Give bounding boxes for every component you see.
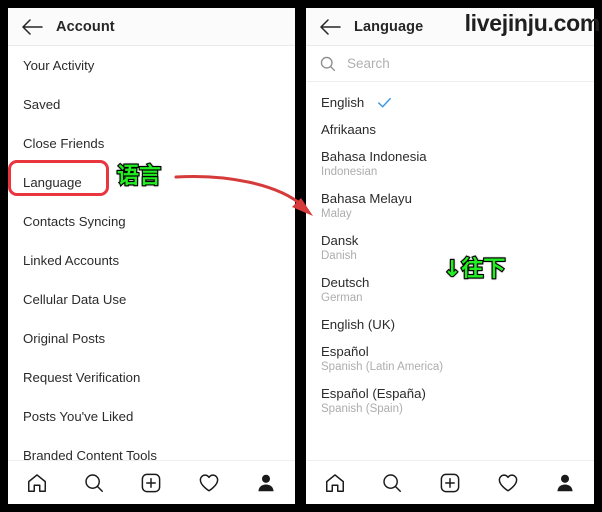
sidebar-item-cellular-data-use[interactable]: Cellular Data Use	[8, 280, 295, 319]
home-icon[interactable]	[20, 468, 54, 498]
search-icon	[319, 55, 337, 73]
sidebar-item-contacts-syncing[interactable]: Contacts Syncing	[8, 202, 295, 241]
sidebar-item-saved[interactable]: Saved	[8, 85, 295, 124]
sidebar-item-linked-accounts[interactable]: Linked Accounts	[8, 241, 295, 280]
search-placeholder: Search	[347, 56, 390, 71]
language-item-english[interactable]: English	[306, 87, 594, 114]
language-name: Español	[321, 344, 369, 359]
check-icon	[376, 94, 393, 111]
search-icon[interactable]	[375, 468, 409, 498]
language-item-espanol-espana[interactable]: Español (España) Spanish (Spain)	[306, 378, 594, 420]
language-item-afrikaans[interactable]: Afrikaans	[306, 114, 594, 141]
bottom-navigation-bar-right	[306, 460, 594, 504]
list-item-label: Language	[23, 175, 82, 190]
sidebar-item-original-posts[interactable]: Original Posts	[8, 319, 295, 358]
language-subtitle: Indonesian	[321, 166, 378, 178]
language-settings-panel: Language Search English Afrikaans Bahasa…	[306, 8, 594, 504]
language-item-espanol[interactable]: Español Spanish (Latin America)	[306, 336, 594, 378]
language-subtitle: Malay	[321, 208, 352, 220]
list-item-label: Request Verification	[23, 370, 141, 385]
language-subtitle: Spanish (Spain)	[321, 403, 403, 415]
language-name: Dansk	[321, 233, 359, 248]
language-subtitle: German	[321, 292, 363, 304]
language-name: Afrikaans	[321, 122, 376, 137]
list-item-label: Posts You've Liked	[23, 409, 134, 424]
page-title: Account	[56, 18, 115, 35]
list-item-label: Saved	[23, 97, 61, 112]
list-item-label: Linked Accounts	[23, 253, 120, 268]
page-title: Language	[354, 18, 424, 35]
profile-icon[interactable]	[548, 468, 582, 498]
profile-icon[interactable]	[249, 468, 283, 498]
language-subtitle: Spanish (Latin America)	[321, 361, 444, 373]
list-item-label: Your Activity	[23, 58, 95, 73]
list-item-label: Close Friends	[23, 136, 105, 151]
bottom-navigation-bar-left	[8, 460, 295, 504]
back-arrow-icon[interactable]	[17, 12, 47, 42]
language-list: English Afrikaans Bahasa Indonesia Indon…	[306, 82, 594, 420]
language-name: Deutsch	[321, 275, 370, 290]
screenshot-root: Account Your Activity Saved Close Friend…	[0, 0, 602, 512]
add-post-icon[interactable]	[134, 468, 168, 498]
sidebar-item-request-verification[interactable]: Request Verification	[8, 358, 295, 397]
language-item-bahasa-indonesia[interactable]: Bahasa Indonesia Indonesian	[306, 141, 594, 183]
language-name: English	[321, 95, 365, 110]
list-item-label: Cellular Data Use	[23, 292, 127, 307]
home-icon[interactable]	[318, 468, 352, 498]
language-item-english-uk[interactable]: English (UK)	[306, 309, 594, 336]
account-settings-list: Your Activity Saved Close Friends Langua…	[8, 46, 295, 475]
language-name: Bahasa Indonesia	[321, 149, 427, 164]
language-name: English (UK)	[321, 317, 396, 332]
watermark-text: livejinju.com	[464, 10, 601, 36]
annotation-scroll-down-chinese: ↓往下	[442, 257, 507, 282]
account-appbar: Account	[8, 8, 295, 46]
account-settings-panel: Account Your Activity Saved Close Friend…	[8, 8, 295, 504]
sidebar-item-your-activity[interactable]: Your Activity	[8, 46, 295, 85]
heart-icon[interactable]	[192, 468, 226, 498]
annotation-language-chinese: 语言	[116, 164, 162, 189]
language-name: Bahasa Melayu	[321, 191, 412, 206]
list-item-label: Contacts Syncing	[23, 214, 126, 229]
add-post-icon[interactable]	[433, 468, 467, 498]
sidebar-item-posts-youve-liked[interactable]: Posts You've Liked	[8, 397, 295, 436]
search-input[interactable]: Search	[306, 46, 594, 82]
list-item-label: Original Posts	[23, 331, 106, 346]
heart-icon[interactable]	[491, 468, 525, 498]
sidebar-item-close-friends[interactable]: Close Friends	[8, 124, 295, 163]
search-icon[interactable]	[77, 468, 111, 498]
language-item-bahasa-melayu[interactable]: Bahasa Melayu Malay	[306, 183, 594, 225]
language-name: Español (España)	[321, 386, 426, 401]
back-arrow-icon[interactable]	[315, 12, 345, 42]
